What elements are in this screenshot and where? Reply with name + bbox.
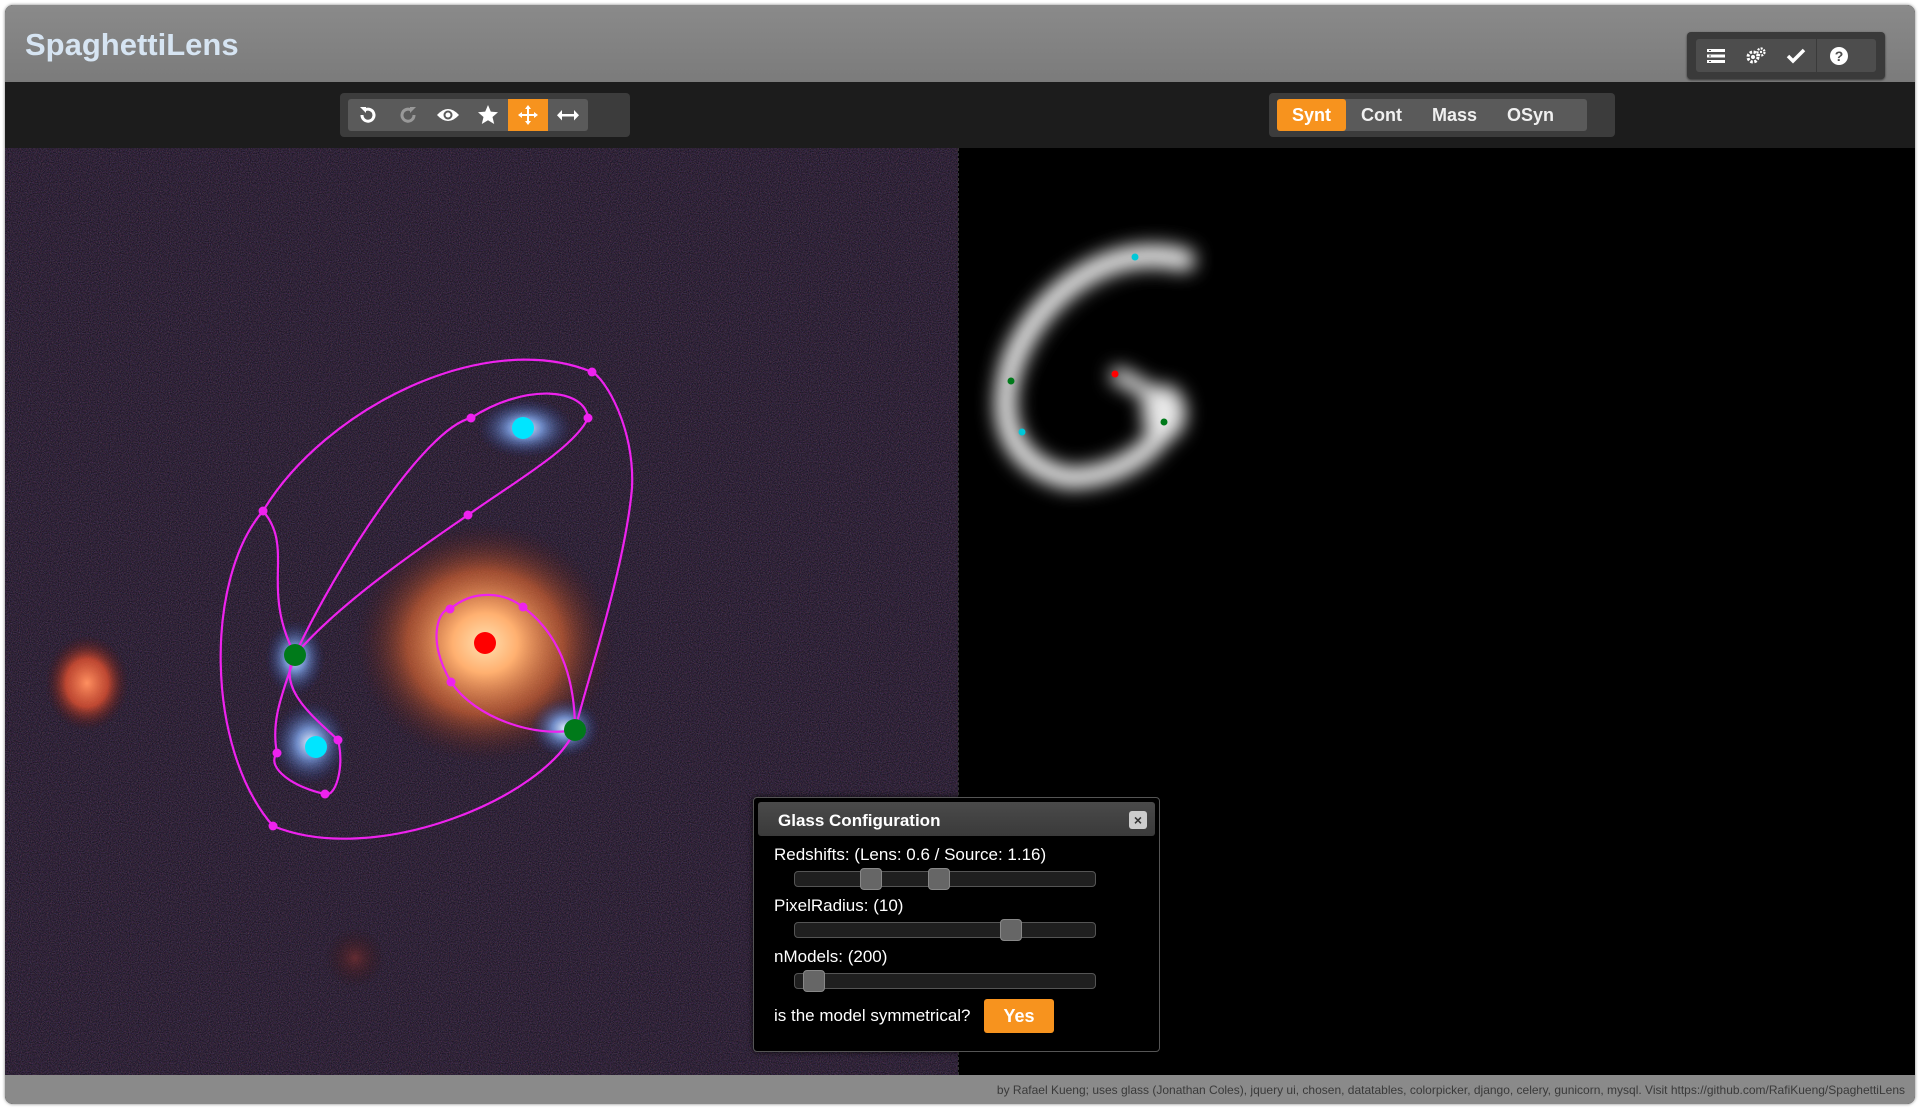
move-tool-button[interactable] [508, 99, 548, 131]
app-window: SpaghettiLens ? Synt Cont Mass OSyn by R… [5, 5, 1915, 1104]
title-bar: SpaghettiLens ? [5, 5, 1915, 82]
saddle-point[interactable] [284, 644, 306, 666]
move-icon [518, 105, 538, 125]
synthetic-saddle-point [1160, 418, 1168, 426]
footer-credits: by Rafael Kueng; uses glass (Jonathan Co… [996, 1083, 1905, 1097]
tool-button-group [340, 93, 630, 137]
pixelradius-slider[interactable] [794, 919, 1096, 941]
app-title: SpaghettiLens [25, 27, 239, 62]
footer: by Rafael Kueng; uses glass (Jonathan Co… [5, 1075, 1915, 1104]
help-button[interactable]: ? [1816, 39, 1861, 72]
nmodels-slider[interactable] [794, 970, 1096, 992]
background-galaxy [45, 635, 129, 731]
list-icon [1707, 48, 1725, 63]
redshifts-slider[interactable] [794, 868, 1096, 890]
redo-icon [400, 107, 416, 123]
settings-button[interactable] [1736, 39, 1776, 72]
pan-horizontal-button[interactable] [548, 99, 588, 131]
minimum-point[interactable] [305, 736, 327, 758]
source-redshift-handle[interactable] [928, 868, 950, 890]
mode-synt-button[interactable]: Synt [1277, 99, 1347, 131]
favorite-button[interactable] [468, 99, 508, 131]
star-icon [478, 105, 498, 124]
help-icon: ? [1830, 46, 1848, 65]
gears-icon [1746, 46, 1766, 63]
symmetric-question-label: is the model symmetrical? [774, 1006, 971, 1025]
saddle-point[interactable] [564, 719, 586, 741]
minimum-point[interactable] [512, 417, 534, 439]
close-icon: × [1133, 812, 1143, 828]
redo-button[interactable] [388, 99, 428, 131]
mode-mass-button[interactable]: Mass [1417, 99, 1492, 131]
synthetic-minimum-point [1131, 253, 1139, 261]
dialog-header[interactable]: Glass Configuration × [758, 802, 1155, 836]
mode-osyn-button[interactable]: OSyn [1492, 99, 1569, 131]
glass-configuration-dialog: Glass Configuration × Redshifts: (Lens: … [753, 797, 1160, 1052]
eye-icon [437, 109, 459, 121]
pixelradius-label: PixelRadius: (10) [774, 896, 904, 915]
symmetric-yes-button[interactable]: Yes [984, 999, 1054, 1033]
maximum-point[interactable] [474, 632, 496, 654]
toolbar: Synt Cont Mass OSyn [5, 82, 1915, 148]
nmodels-label: nModels: (200) [774, 947, 888, 966]
resize-horizontal-icon [557, 110, 579, 121]
lens-redshift-handle[interactable] [860, 868, 882, 890]
undo-icon [360, 107, 376, 123]
close-button[interactable]: × [1129, 811, 1147, 829]
svg-text:?: ? [1835, 48, 1844, 64]
top-right-button-group: ? [1687, 32, 1885, 79]
mode-button-group: Synt Cont Mass OSyn [1269, 93, 1615, 137]
dialog-title: Glass Configuration [778, 811, 941, 830]
synthetic-saddle-point [1007, 377, 1015, 385]
accept-button[interactable] [1776, 39, 1816, 72]
synthetic-arc [994, 244, 1195, 490]
redshifts-label: Redshifts: (Lens: 0.6 / Source: 1.16) [774, 845, 1047, 864]
synthetic-minimum-point [1018, 428, 1026, 436]
synthetic-maximum-point [1111, 370, 1119, 378]
list-button[interactable] [1696, 39, 1736, 72]
check-icon [1786, 48, 1806, 63]
nmodels-handle[interactable] [803, 970, 825, 992]
pixelradius-handle[interactable] [1000, 919, 1022, 941]
view-toggle-button[interactable] [428, 99, 468, 131]
undo-button[interactable] [348, 99, 388, 131]
mode-cont-button[interactable]: Cont [1346, 99, 1417, 131]
